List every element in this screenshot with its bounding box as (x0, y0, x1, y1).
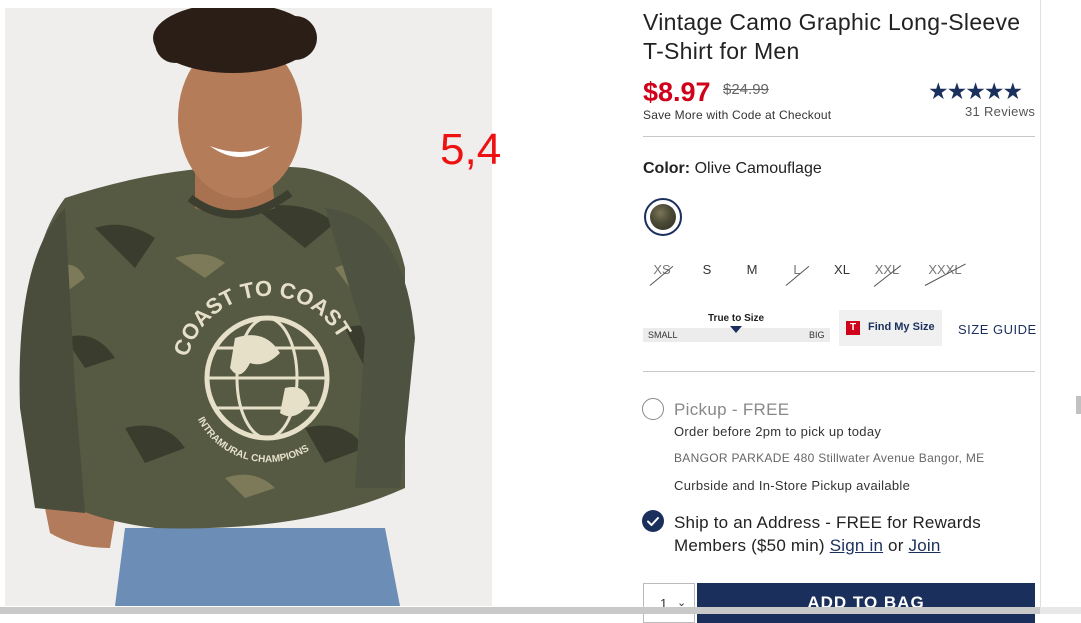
fit-low-label: SMALL (648, 330, 678, 340)
pickup-order-before: Order before 2pm to pick up today (674, 424, 882, 439)
size-guide-link[interactable]: SIZE GUIDE (958, 322, 1037, 337)
product-image[interactable]: COAST TO COAST INTRAMURAL CHAMPIONS (5, 8, 492, 606)
pickup-store-link[interactable]: BANGOR PARKADE 480 Stillwater Avenue Ban… (674, 451, 984, 465)
color-value: Olive Camouflage (694, 160, 822, 177)
color-label: Color: Olive Camouflage (643, 160, 822, 178)
fit-title: True to Size (708, 313, 765, 324)
join-link[interactable]: Join (909, 536, 941, 555)
sale-price: $8.97 (643, 77, 711, 107)
vertical-scrollbar-thumb[interactable] (1076, 396, 1081, 414)
horizontal-scrollbar-thumb[interactable] (0, 607, 1040, 614)
quantity-select[interactable]: 1 ⌄ (643, 583, 695, 623)
vertical-scrollbar-track[interactable] (1040, 0, 1081, 614)
size-option-m[interactable]: M (742, 262, 762, 277)
true-fit-logo-icon: T (846, 321, 860, 335)
swatch-fill (650, 204, 676, 230)
original-price: $24.99 (723, 81, 769, 98)
find-my-size-button[interactable]: T Find My Size (839, 310, 942, 346)
find-my-size-label: Find My Size (868, 321, 935, 333)
promo-text: Save More with Code at Checkout (643, 108, 832, 122)
fit-marker-icon (730, 326, 742, 333)
pickup-availability: Curbside and In-Store Pickup available (674, 478, 911, 493)
pickup-radio[interactable] (642, 398, 664, 420)
add-to-bag-button[interactable]: ADD TO BAG (697, 583, 1035, 623)
divider (643, 136, 1035, 137)
pickup-title[interactable]: Pickup - FREE (674, 400, 789, 420)
or-text: or (888, 536, 904, 555)
product-title: Vintage Camo Graphic Long-Sleeve T-Shirt… (643, 9, 1021, 64)
rating-stars-icon[interactable]: ★★★★★ (928, 78, 1023, 105)
divider (643, 371, 1035, 372)
overlay-annotation: 5,4 (440, 125, 502, 174)
size-option-s[interactable]: S (697, 262, 717, 277)
color-swatch-olive-camouflage[interactable] (644, 198, 682, 236)
reviews-link[interactable]: 31 Reviews (965, 104, 1035, 119)
sign-in-link[interactable]: Sign in (830, 536, 883, 555)
size-option-xl[interactable]: XL (830, 262, 854, 277)
ship-selected-check-icon[interactable] (642, 510, 664, 532)
ship-option-text: Ship to an Address - FREE for Rewards Me… (674, 511, 1024, 557)
fit-high-label: BIG (809, 330, 825, 340)
color-label-key: Color: (643, 160, 691, 177)
